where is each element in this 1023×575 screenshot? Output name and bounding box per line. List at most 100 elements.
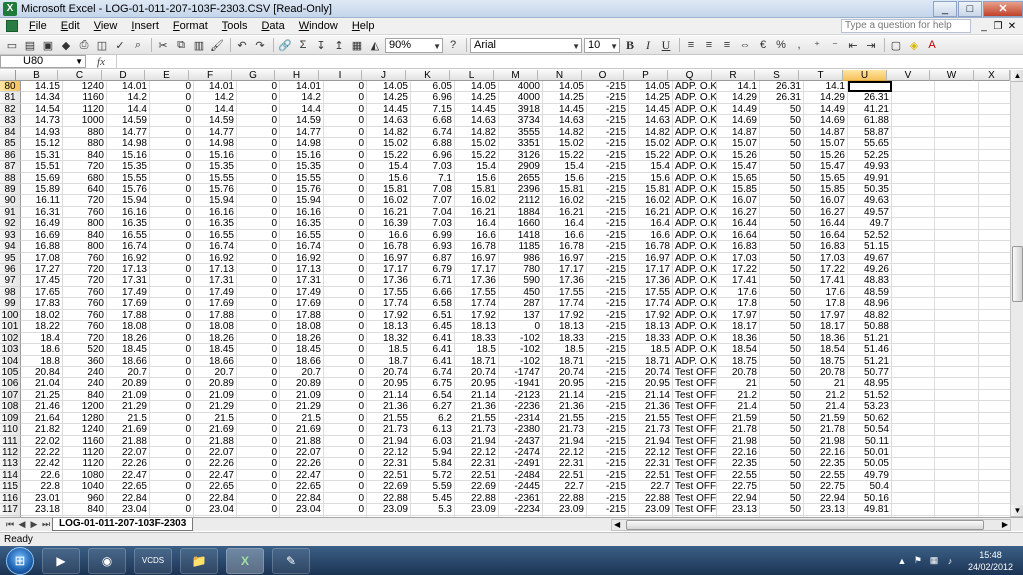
column-header-j[interactable]: J bbox=[362, 70, 406, 81]
cell-i[interactable]: 0 bbox=[324, 424, 367, 436]
cell-h[interactable]: 20.89 bbox=[280, 378, 324, 390]
cell-j[interactable]: 15.6 bbox=[367, 172, 411, 184]
cell-r[interactable]: 18.17 bbox=[717, 321, 760, 333]
cell-u[interactable]: 50.16 bbox=[848, 492, 892, 505]
cell-j[interactable]: 21.73 bbox=[367, 424, 411, 436]
cell-f[interactable]: 17.88 bbox=[194, 309, 237, 322]
cell-t[interactable]: 20.78 bbox=[804, 366, 848, 379]
cell-l[interactable]: 18.71 bbox=[455, 355, 499, 367]
cell-n[interactable]: 21.94 bbox=[543, 435, 587, 447]
cell-m[interactable]: -2437 bbox=[499, 435, 543, 447]
cell-l[interactable]: 22.88 bbox=[455, 492, 499, 505]
cell-f[interactable]: 15.16 bbox=[194, 149, 237, 162]
cell-d[interactable]: 18.66 bbox=[107, 355, 150, 367]
cell-g[interactable]: 0 bbox=[237, 458, 280, 470]
cell-k[interactable]: 7.07 bbox=[411, 195, 455, 207]
cell-d[interactable]: 16.16 bbox=[107, 206, 150, 219]
cell-n[interactable]: 15.6 bbox=[543, 172, 587, 184]
cell-b[interactable]: 21.04 bbox=[21, 378, 63, 390]
cell-b[interactable]: 14.54 bbox=[21, 103, 63, 116]
cell-q[interactable]: ADP. O.K. bbox=[673, 195, 717, 207]
menu-insert[interactable]: Insert bbox=[124, 18, 166, 35]
cell-i[interactable]: 0 bbox=[324, 412, 367, 425]
cell-p[interactable]: 15.02 bbox=[629, 138, 673, 150]
cell-l[interactable]: 14.82 bbox=[455, 126, 499, 139]
row-header[interactable]: 113 bbox=[0, 458, 21, 470]
cell-n[interactable]: 17.55 bbox=[543, 286, 587, 299]
first-sheet-icon[interactable]: ⏮ bbox=[4, 519, 16, 530]
permission-icon[interactable]: ◆ bbox=[58, 38, 74, 53]
cell-k[interactable]: 6.79 bbox=[411, 264, 455, 276]
cell-u[interactable]: 49.57 bbox=[848, 206, 892, 219]
cell-l[interactable]: 17.36 bbox=[455, 275, 499, 287]
cell-o[interactable]: -215 bbox=[587, 183, 629, 196]
cell-i[interactable]: 0 bbox=[324, 332, 367, 345]
cell-i[interactable]: 0 bbox=[324, 481, 367, 493]
cell-r[interactable]: 16.27 bbox=[717, 206, 760, 219]
cell-s[interactable]: 50 bbox=[760, 412, 804, 425]
cell-u[interactable]: 49.79 bbox=[848, 469, 892, 482]
cell-k[interactable]: 6.13 bbox=[411, 424, 455, 436]
cell-h[interactable]: 22.65 bbox=[280, 481, 324, 493]
cell-q[interactable]: ADP. O.K. bbox=[673, 92, 717, 104]
cell-e[interactable]: 0 bbox=[150, 435, 194, 447]
cell-w[interactable] bbox=[935, 229, 979, 242]
cell-h[interactable]: 15.16 bbox=[280, 149, 324, 162]
cell-m[interactable]: 590 bbox=[499, 275, 543, 287]
flag-icon[interactable]: ⚑ bbox=[912, 555, 924, 567]
cell-h[interactable]: 15.76 bbox=[280, 183, 324, 196]
row-header[interactable]: 89 bbox=[0, 183, 21, 196]
cell-r[interactable]: 17.22 bbox=[717, 264, 760, 276]
column-header-k[interactable]: K bbox=[406, 70, 450, 81]
cell-r[interactable]: 18.75 bbox=[717, 355, 760, 367]
cell-p[interactable]: 17.55 bbox=[629, 286, 673, 299]
cell-q[interactable]: ADP. O.K. bbox=[673, 149, 717, 162]
cell-i[interactable]: 0 bbox=[324, 161, 367, 173]
cell-e[interactable]: 0 bbox=[150, 321, 194, 333]
column-header-o[interactable]: O bbox=[582, 70, 624, 81]
cell-n[interactable]: 17.74 bbox=[543, 298, 587, 310]
cell-q[interactable]: ADP. O.K. bbox=[673, 138, 717, 150]
cell-q[interactable]: ADP. O.K. bbox=[673, 218, 717, 230]
cell-b[interactable]: 18.8 bbox=[21, 355, 63, 367]
cell-b[interactable]: 16.11 bbox=[21, 195, 63, 207]
cell-t[interactable]: 21.4 bbox=[804, 401, 848, 413]
cell-c[interactable]: 720 bbox=[63, 195, 107, 207]
cell-o[interactable]: -215 bbox=[587, 355, 629, 367]
currency-button[interactable]: € bbox=[755, 38, 771, 53]
cell-o[interactable]: -215 bbox=[587, 115, 629, 127]
cell-w[interactable] bbox=[935, 458, 979, 470]
cell-f[interactable]: 21.09 bbox=[194, 389, 237, 402]
cell-e[interactable]: 0 bbox=[150, 229, 194, 242]
cell-f[interactable]: 21.69 bbox=[194, 424, 237, 436]
spelling-icon[interactable]: ✓ bbox=[112, 38, 128, 53]
column-header-b[interactable]: B bbox=[16, 70, 58, 81]
cell-e[interactable]: 0 bbox=[150, 81, 194, 93]
cell-m[interactable]: 2655 bbox=[499, 172, 543, 184]
cell-h[interactable]: 14.98 bbox=[280, 138, 324, 150]
cell-q[interactable]: Test OFF bbox=[673, 401, 717, 413]
cell-g[interactable]: 0 bbox=[237, 138, 280, 150]
cell-v[interactable] bbox=[892, 103, 935, 116]
cell-f[interactable]: 20.7 bbox=[194, 366, 237, 379]
cell-w[interactable] bbox=[935, 81, 979, 93]
cell-e[interactable]: 0 bbox=[150, 378, 194, 390]
cell-k[interactable]: 6.75 bbox=[411, 378, 455, 390]
cell-g[interactable]: 0 bbox=[237, 481, 280, 493]
cell-r[interactable]: 14.49 bbox=[717, 103, 760, 116]
cell-u[interactable]: 48.96 bbox=[848, 298, 892, 310]
cell-o[interactable]: -215 bbox=[587, 401, 629, 413]
cell-r[interactable]: 15.07 bbox=[717, 138, 760, 150]
cell-e[interactable]: 0 bbox=[150, 275, 194, 287]
cell-w[interactable] bbox=[935, 492, 979, 505]
cell-w[interactable] bbox=[935, 149, 979, 162]
cell-v[interactable] bbox=[892, 309, 935, 322]
cell-u[interactable]: 61.88 bbox=[848, 115, 892, 127]
cell-o[interactable]: -215 bbox=[587, 81, 629, 93]
cell-p[interactable]: 21.94 bbox=[629, 435, 673, 447]
cell-s[interactable]: 50 bbox=[760, 252, 804, 264]
cell-d[interactable]: 18.08 bbox=[107, 321, 150, 333]
cell-d[interactable]: 22.26 bbox=[107, 458, 150, 470]
cell-v[interactable] bbox=[892, 298, 935, 310]
cell-n[interactable]: 22.7 bbox=[543, 481, 587, 493]
